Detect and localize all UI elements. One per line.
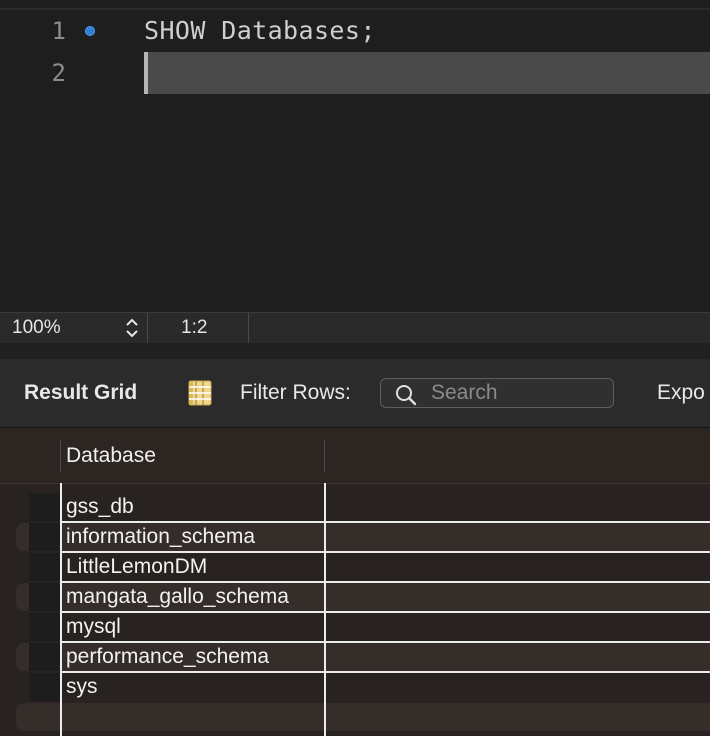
row-selector[interactable] <box>29 553 60 581</box>
column-header-database[interactable]: Database <box>66 444 156 468</box>
row-gridline <box>60 641 710 643</box>
result-grid: Database gss_db information_schema Littl… <box>0 428 710 736</box>
table-cell[interactable]: information_schema <box>66 525 255 549</box>
table-cell[interactable]: mangata_gallo_schema <box>66 585 289 609</box>
current-line-highlight <box>144 52 710 94</box>
result-toolbar: Result Grid Filter Rows: Expo <box>0 359 710 428</box>
panel-separator[interactable] <box>0 343 710 359</box>
status-divider <box>147 313 148 343</box>
row-selector[interactable] <box>29 583 60 611</box>
table-cell[interactable]: LittleLemonDM <box>66 555 207 579</box>
sql-editor[interactable]: 1 SHOW Databases; 2 <box>0 0 710 312</box>
table-cell[interactable]: mysql <box>66 615 121 639</box>
editor-top-divider <box>0 8 710 10</box>
row-gridline <box>60 581 710 583</box>
column-divider <box>60 440 61 472</box>
result-grid-tab[interactable]: Result Grid <box>24 381 137 405</box>
column-resize-handle[interactable] <box>324 440 325 472</box>
text-caret <box>144 52 148 94</box>
column-gridline <box>324 483 326 736</box>
grid-view-icon[interactable] <box>186 379 214 407</box>
row-gridline <box>60 551 710 553</box>
zoom-stepper-icon[interactable] <box>122 315 142 341</box>
export-button[interactable]: Expo <box>657 381 705 405</box>
table-cell[interactable]: sys <box>66 675 98 699</box>
line-number-2: 2 <box>51 59 66 87</box>
column-gridline <box>60 483 62 736</box>
zoom-level: 100% <box>12 317 61 338</box>
grid-header-row: Database <box>0 428 710 484</box>
table-cell[interactable]: gss_db <box>66 495 134 519</box>
row-selector[interactable] <box>29 643 60 671</box>
row-selector[interactable] <box>29 673 60 701</box>
search-input[interactable] <box>431 381 606 405</box>
code-line-1[interactable]: SHOW Databases; <box>144 16 376 46</box>
row-gridline <box>60 611 710 613</box>
row-gridline <box>60 671 710 673</box>
status-divider <box>248 313 249 343</box>
line-number-1: 1 <box>51 17 66 45</box>
row-selector[interactable] <box>29 523 60 551</box>
editor-status-bar: 100% 1:2 <box>0 312 710 344</box>
sql-workbench-window: 1 SHOW Databases; 2 100% 1:2 Result Grid <box>0 0 710 736</box>
row-selector[interactable] <box>29 613 60 641</box>
table-cell[interactable]: performance_schema <box>66 645 269 669</box>
statement-marker-icon[interactable] <box>85 26 95 36</box>
row-band <box>16 703 710 731</box>
search-icon <box>395 384 417 406</box>
row-gridline <box>60 521 710 523</box>
cursor-position: 1:2 <box>181 317 208 338</box>
filter-search-box[interactable] <box>380 378 614 408</box>
filter-rows-label: Filter Rows: <box>240 381 351 404</box>
row-selector[interactable] <box>29 493 60 521</box>
